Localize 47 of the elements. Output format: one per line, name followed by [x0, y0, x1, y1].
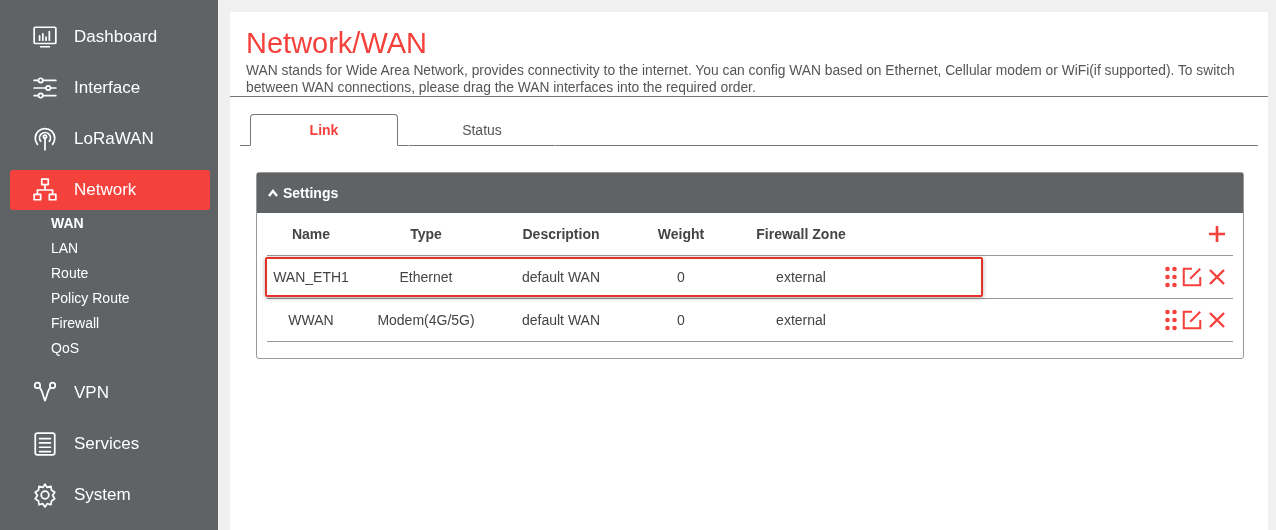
submenu-item[interactable]: Policy Route — [51, 286, 218, 311]
drag-handle-icon[interactable] — [1165, 309, 1177, 331]
table-cell-text: 0 — [676, 269, 686, 285]
close-icon[interactable] — [1207, 267, 1227, 287]
add-button[interactable] — [1207, 224, 1227, 244]
monitor-chart-icon — [32, 24, 58, 50]
edit-icon[interactable] — [1181, 309, 1203, 331]
close-icon[interactable] — [1207, 310, 1227, 330]
plus-icon — [1207, 224, 1227, 244]
list-icon — [32, 431, 58, 457]
chevron-up-icon — [267, 188, 279, 198]
sidebar-item[interactable]: Interface — [10, 68, 210, 108]
sidebar-item[interactable]: System — [10, 475, 210, 515]
column-header: Name — [290, 226, 332, 242]
table-cell-text: Ethernet — [398, 269, 454, 285]
sidebar-item[interactable]: Dashboard — [10, 17, 210, 57]
sidebar-item[interactable]: VPN — [10, 373, 210, 413]
table-cell-text: Modem(4G/5G) — [376, 312, 476, 328]
table-cell-text: external — [775, 269, 827, 285]
sidebar-item[interactable]: Services — [10, 424, 210, 464]
sliders-icon — [32, 75, 58, 101]
column-header: Type — [409, 226, 443, 242]
submenu-item[interactable]: Route — [51, 261, 218, 286]
settings-header[interactable]: Settings — [257, 173, 1243, 213]
table-cell-text: WWAN — [287, 312, 335, 328]
page-title: Network/WAN — [246, 26, 428, 60]
table-cell-text: default WAN — [520, 269, 602, 285]
table-cell-text: external — [775, 312, 827, 328]
antenna-icon — [32, 126, 58, 152]
network-icon — [32, 177, 58, 203]
submenu-item[interactable]: Firewall — [51, 311, 218, 336]
submenu-item[interactable]: QoS — [51, 336, 218, 361]
submenu-item[interactable]: WAN — [51, 211, 218, 236]
edit-icon[interactable] — [1181, 266, 1203, 288]
table-cell-text: 0 — [676, 312, 686, 328]
column-header: Description — [521, 226, 601, 242]
table-cell-text: default WAN — [520, 312, 602, 328]
sidebar-item[interactable]: Network — [10, 170, 210, 210]
column-header: Weight — [656, 226, 706, 242]
page-description: WAN stands for Wide Area Network, provides connectivity to the internet. You can config WAN based on Ethernet, Cellular modem or WiFi(if supported). To switch between WAN connections, please drag the WAN interfaces into the required order. — [246, 62, 1236, 96]
sidebar-item[interactable]: LoRaWAN — [10, 119, 210, 159]
tab[interactable]: Link — [250, 114, 398, 146]
drag-handle-icon[interactable] — [1165, 266, 1177, 288]
settings-icon — [32, 482, 58, 508]
column-header: Firewall Zone — [755, 226, 847, 242]
table-cell-text: WAN_ETH1 — [272, 269, 350, 285]
submenu-item[interactable]: LAN — [51, 236, 218, 261]
